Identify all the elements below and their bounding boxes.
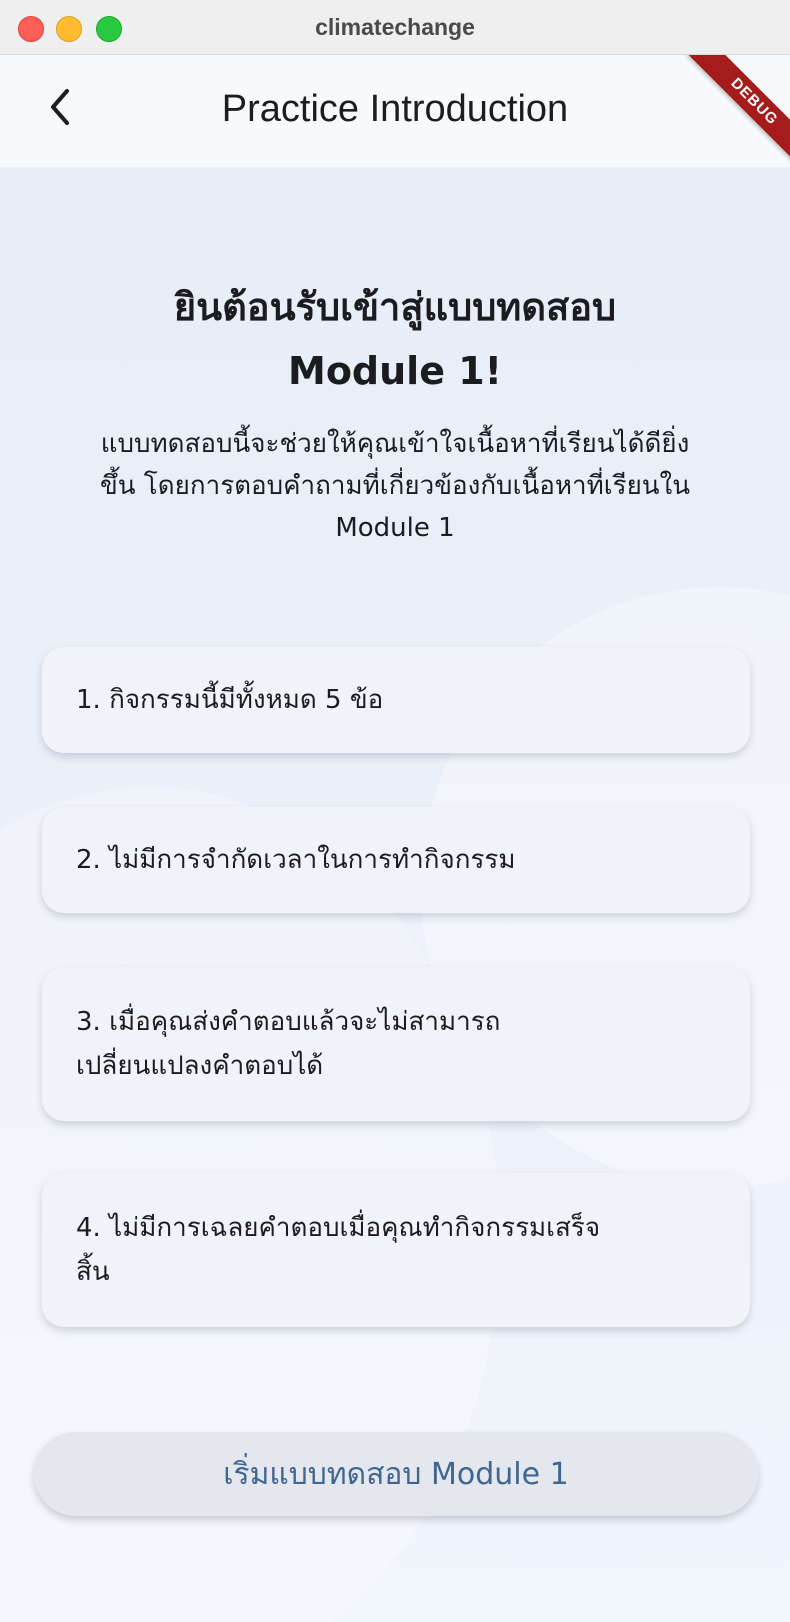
- start-quiz-button[interactable]: เริ่มแบบทดสอบ Module 1: [34, 1432, 758, 1516]
- welcome-heading-line1: ยินต้อนรับเข้าสู่แบบทดสอบ: [173, 285, 617, 329]
- welcome-heading-line2: Module 1!: [288, 349, 502, 393]
- rule-card-text: 2. ไม่มีการจำกัดเวลาในการทำกิจกรรม: [76, 845, 516, 875]
- intro-text-line3: Module 1: [335, 513, 455, 543]
- debug-banner-label: DEBUG: [688, 55, 790, 168]
- app-window: climatechange Practice Introduction DEBU…: [0, 0, 790, 1622]
- intro-text: แบบทดสอบนี้จะช่วยให้คุณเข้าใจเนื้อหาที่เ…: [36, 423, 754, 549]
- rule-card-2: 2. ไม่มีการจำกัดเวลาในการทำกิจกรรม: [42, 807, 750, 913]
- rule-card-text: 4. ไม่มีการเฉลยคำตอบเมื่อคุณทำกิจกรรมเสร…: [76, 1213, 601, 1243]
- rule-card-4: 4. ไม่มีการเฉลยคำตอบเมื่อคุณทำกิจกรรมเสร…: [42, 1173, 750, 1327]
- intro-text-line2: ขึ้น โดยการตอบคำถามที่เกี่ยวข้องกับเนื้อ…: [99, 471, 691, 501]
- rule-card-3: 3. เมื่อคุณส่งคำตอบแล้วจะไม่สามารถ เปลี่…: [42, 967, 750, 1121]
- rule-card-text: เปลี่ยนแปลงคำตอบได้: [76, 1051, 324, 1081]
- rule-card-1: 1. กิจกรรมนี้มีทั้งหมด 5 ข้อ: [42, 647, 750, 753]
- back-button[interactable]: [34, 81, 86, 133]
- rule-card-text: สิ้น: [76, 1257, 110, 1287]
- start-quiz-button-label: เริ่มแบบทดสอบ Module 1: [223, 1456, 569, 1492]
- intro-text-line1: แบบทดสอบนี้จะช่วยให้คุณเข้าใจเนื้อหาที่เ…: [100, 429, 690, 459]
- window-title: climatechange: [315, 14, 475, 40]
- rule-card-text: 1. กิจกรรมนี้มีทั้งหมด 5 ข้อ: [76, 685, 384, 715]
- chevron-left-icon: [51, 89, 69, 125]
- window-titlebar: climatechange: [0, 0, 790, 55]
- rule-card-text: 3. เมื่อคุณส่งคำตอบแล้วจะไม่สามารถ: [76, 1007, 501, 1037]
- debug-banner: DEBUG: [670, 55, 790, 175]
- page-title: Practice Introduction: [221, 88, 569, 130]
- welcome-heading: ยินต้อนรับเข้าสู่แบบทดสอบ Module 1!: [40, 275, 750, 403]
- main-content: ยินต้อนรับเข้าสู่แบบทดสอบ Module 1! แบบท…: [0, 167, 790, 1622]
